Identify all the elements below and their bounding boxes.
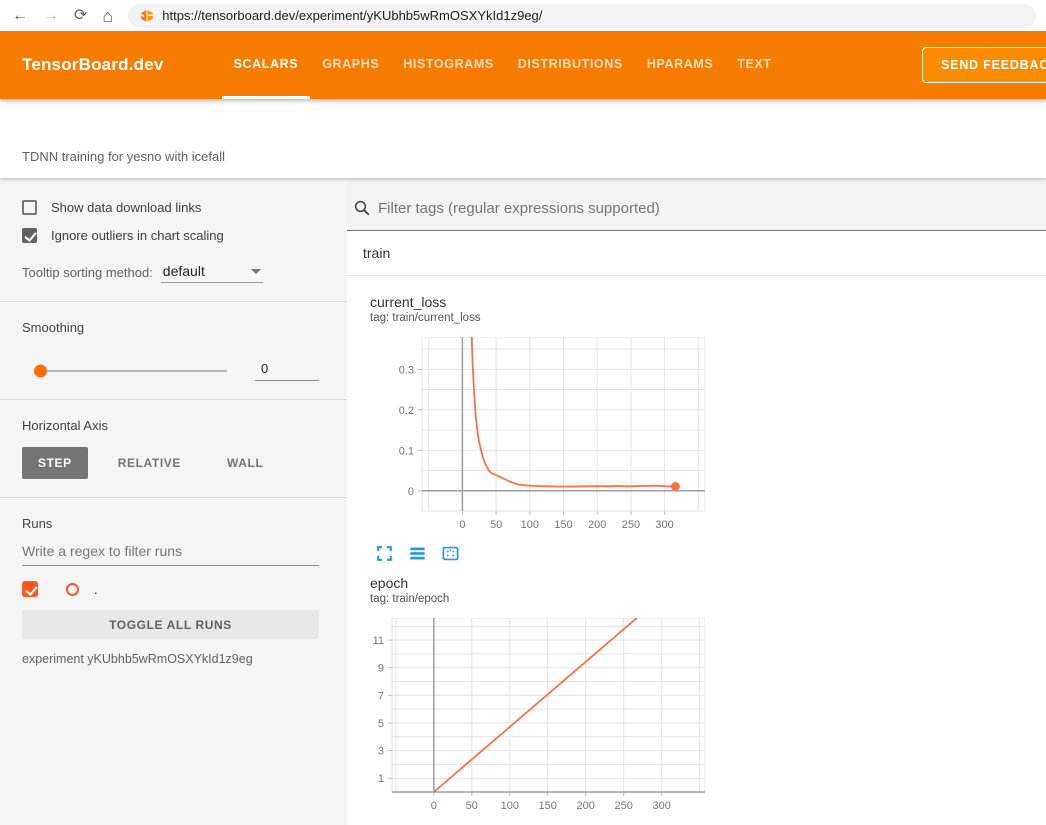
svg-text:5: 5 xyxy=(378,718,384,730)
svg-text:200: 200 xyxy=(588,519,606,531)
chart-title: epoch xyxy=(360,575,705,593)
svg-text:50: 50 xyxy=(490,519,502,531)
chart-title: current_loss xyxy=(360,294,705,312)
app-header: TensorBoard.dev SCALARS GRAPHS HISTOGRAM… xyxy=(0,31,1046,99)
run-name: . xyxy=(94,582,98,597)
horizontal-axis-options: STEP RELATIVE WALL xyxy=(22,447,319,479)
run-visibility-icon[interactable] xyxy=(66,583,79,596)
svg-text:0: 0 xyxy=(459,519,465,531)
svg-text:9: 9 xyxy=(378,663,384,675)
horizontal-axis-label: Horizontal Axis xyxy=(22,418,319,433)
chart-current-loss: current_loss tag: train/current_loss 0 50… xyxy=(360,294,705,563)
ignore-outliers-row[interactable]: Ignore outliers in chart scaling xyxy=(22,228,319,243)
browser-toolbar: ← → ⟳ ⌂ https://tensorboard.dev/experime… xyxy=(0,0,1046,31)
svg-text:0.3: 0.3 xyxy=(399,364,414,376)
ignore-outliers-checkbox[interactable] xyxy=(22,228,37,243)
toggle-all-runs-button[interactable]: TOGGLE ALL RUNS xyxy=(22,610,319,639)
tensorboard-favicon xyxy=(140,9,154,23)
svg-text:0: 0 xyxy=(408,486,414,498)
sidebar-divider xyxy=(0,497,347,498)
smoothing-slider[interactable] xyxy=(36,370,227,372)
back-icon[interactable]: ← xyxy=(12,8,28,24)
line-chart[interactable]: 0 50 100 150 200 250 300 0 0.1 0.2 0.3 xyxy=(360,337,705,537)
smoothing-slider-handle[interactable] xyxy=(34,365,47,378)
tab-graphs[interactable]: GRAPHS xyxy=(310,31,391,99)
svg-text:0: 0 xyxy=(431,800,437,812)
axis-option-step[interactable]: STEP xyxy=(22,447,88,479)
show-download-links-label: Show data download links xyxy=(51,200,201,215)
section-title[interactable]: train xyxy=(347,231,1046,276)
fit-domain-icon[interactable] xyxy=(441,544,460,563)
reload-icon[interactable]: ⟳ xyxy=(74,8,87,24)
svg-text:7: 7 xyxy=(378,690,384,702)
app-brand: TensorBoard.dev xyxy=(22,55,164,75)
tag-filter-row xyxy=(347,178,1046,231)
axis-option-relative[interactable]: RELATIVE xyxy=(102,447,197,479)
sidebar-divider xyxy=(0,301,347,302)
send-feedback-button[interactable]: SEND FEEDBACK xyxy=(922,47,1046,83)
expand-chart-icon[interactable] xyxy=(375,544,394,563)
svg-text:250: 250 xyxy=(622,519,640,531)
svg-text:150: 150 xyxy=(539,800,557,812)
experiment-subheader: TDNN training for yesno with icefall xyxy=(0,99,1046,178)
tab-scalars[interactable]: SCALARS xyxy=(222,31,311,99)
experiment-id-label: experiment yKUbhb5wRmOSXYkId1z9eg xyxy=(22,652,319,666)
run-selector-icon[interactable] xyxy=(408,544,427,563)
svg-text:1: 1 xyxy=(378,773,384,785)
svg-text:3: 3 xyxy=(378,746,384,758)
tab-hparams[interactable]: HPARAMS xyxy=(635,31,725,99)
url-text: https://tensorboard.dev/experiment/yKUbh… xyxy=(162,8,542,23)
chart-tag: tag: train/current_loss xyxy=(360,312,705,328)
run-row: . xyxy=(22,581,319,597)
tooltip-sorting-value: default xyxy=(163,263,205,279)
chart-tag: tag: train/epoch xyxy=(360,593,705,609)
forward-icon[interactable]: → xyxy=(43,8,59,24)
home-icon[interactable]: ⌂ xyxy=(102,7,113,25)
svg-text:0.2: 0.2 xyxy=(399,405,414,417)
sidebar-divider xyxy=(0,399,347,400)
line-chart[interactable]: 0 50 100 150 200 250 300 1 3 5 7 9 11 xyxy=(360,618,705,818)
train-section-card: train current_loss tag: train/current_lo… xyxy=(347,231,1046,825)
svg-text:150: 150 xyxy=(554,519,572,531)
ignore-outliers-label: Ignore outliers in chart scaling xyxy=(51,228,224,243)
svg-text:300: 300 xyxy=(653,800,671,812)
svg-text:100: 100 xyxy=(501,800,519,812)
svg-text:300: 300 xyxy=(655,519,673,531)
nav-tabs: SCALARS GRAPHS HISTOGRAMS DISTRIBUTIONS … xyxy=(222,31,784,99)
chevron-down-icon xyxy=(251,269,261,274)
experiment-title: TDNN training for yesno with icefall xyxy=(22,149,225,164)
address-bar[interactable]: https://tensorboard.dev/experiment/yKUbh… xyxy=(128,4,1036,28)
tag-filter-input[interactable] xyxy=(378,200,1046,217)
smoothing-value-input[interactable]: 0 xyxy=(255,361,319,381)
smoothing-label: Smoothing xyxy=(22,320,319,335)
runs-label: Runs xyxy=(22,516,319,531)
tab-distributions[interactable]: DISTRIBUTIONS xyxy=(506,31,635,99)
tooltip-sorting-label: Tooltip sorting method: xyxy=(22,265,153,283)
svg-text:250: 250 xyxy=(615,800,633,812)
svg-text:50: 50 xyxy=(466,800,478,812)
tooltip-sorting-select[interactable]: default xyxy=(161,263,263,283)
tab-text[interactable]: TEXT xyxy=(725,31,783,99)
svg-text:0.1: 0.1 xyxy=(399,445,414,457)
axis-option-wall[interactable]: WALL xyxy=(211,447,279,479)
dashboard-main: train current_loss tag: train/current_lo… xyxy=(347,178,1046,825)
svg-text:11: 11 xyxy=(373,635,384,647)
tab-histograms[interactable]: HISTOGRAMS xyxy=(391,31,506,99)
show-download-links-row[interactable]: Show data download links xyxy=(22,200,319,215)
show-download-links-checkbox[interactable] xyxy=(22,200,37,215)
runs-filter-input[interactable] xyxy=(22,531,319,566)
search-icon xyxy=(353,199,371,217)
run-checkbox[interactable] xyxy=(22,581,38,597)
chart-epoch: epoch tag: train/epoch 0 50 100 150 200 250 30… xyxy=(360,575,705,825)
charts-grid: current_loss tag: train/current_loss 050… xyxy=(347,276,1046,825)
settings-sidebar: Show data download links Ignore outliers… xyxy=(0,178,347,825)
svg-text:200: 200 xyxy=(577,800,595,812)
svg-text:100: 100 xyxy=(521,519,539,531)
